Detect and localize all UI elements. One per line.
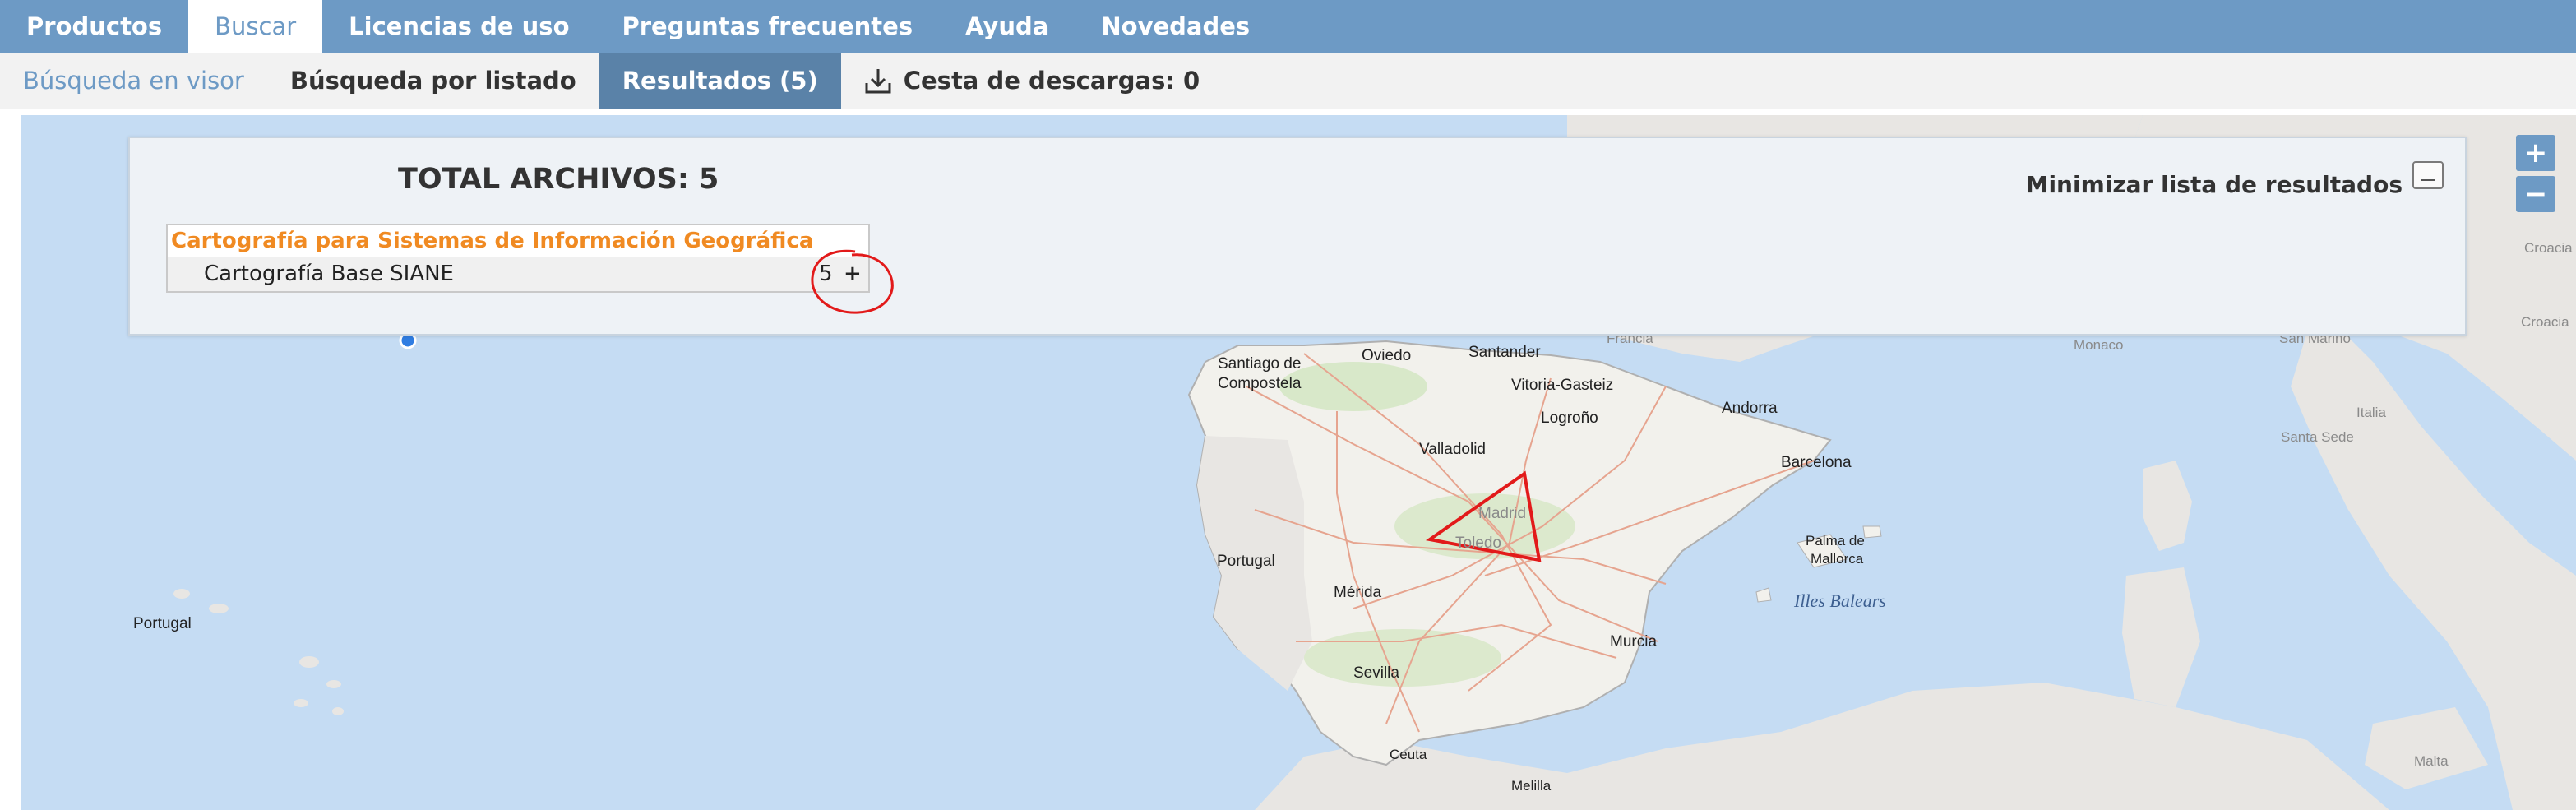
- zoom-in-button[interactable]: +: [2516, 135, 2555, 171]
- island-menorca: [1862, 525, 1882, 539]
- results-panel: TOTAL ARCHIVOS: 5 Minimizar lista de res…: [128, 137, 2467, 336]
- label-logrono: Logroño: [1541, 410, 1598, 427]
- label-vitoria: Vitoria-Gasteiz: [1511, 377, 1614, 394]
- label-madrid: Madrid: [1478, 505, 1527, 522]
- label-illes-balears: Illes Balears: [1794, 590, 1886, 611]
- label-barcelona: Barcelona: [1781, 454, 1852, 471]
- label-italia: Italia: [2356, 405, 2386, 420]
- label-monaco: Monaco: [2074, 337, 2124, 353]
- total-files-heading: TOTAL ARCHIVOS: 5: [398, 163, 719, 196]
- download-cart-button[interactable]: Cesta de descargas: 0: [841, 53, 1223, 109]
- label-palma-2: Mallorca: [1811, 551, 1864, 567]
- sub-nav: Búsqueda en visor Búsqueda por listado R…: [0, 53, 2576, 109]
- label-melilla: Melilla: [1511, 778, 1552, 794]
- label-palma-1: Palma de: [1806, 533, 1865, 548]
- label-santiago-2: Compostela: [1218, 375, 1302, 392]
- nav-novedades[interactable]: Novedades: [1075, 0, 1276, 53]
- label-santa-sede: Santa Sede: [2281, 429, 2354, 445]
- label-ceuta: Ceuta: [1390, 747, 1427, 762]
- nav-licencias[interactable]: Licencias de uso: [322, 0, 595, 53]
- top-nav: Productos Buscar Licencias de uso Pregun…: [0, 0, 2576, 53]
- island-azores: [173, 589, 344, 715]
- label-malta: Malta: [2414, 753, 2449, 769]
- nav-preguntas[interactable]: Preguntas frecuentes: [596, 0, 940, 53]
- label-sevilla: Sevilla: [1353, 664, 1399, 682]
- label-santander: Santander: [1468, 344, 1541, 361]
- nav-productos[interactable]: Productos: [0, 0, 188, 53]
- land-sicily: [2365, 707, 2488, 789]
- tab-busqueda-listado[interactable]: Búsqueda por listado: [267, 53, 599, 109]
- label-andorra: Andorra: [1722, 400, 1778, 417]
- result-row-name: Cartografía Base SIANE: [204, 262, 454, 286]
- label-portugal: Portugal: [1217, 553, 1275, 570]
- label-toledo: Toledo: [1455, 535, 1501, 552]
- land-corsica: [2143, 461, 2192, 551]
- land-sardinia: [2122, 567, 2200, 707]
- annotation-circle: [811, 249, 894, 314]
- label-valladolid: Valladolid: [1419, 441, 1486, 458]
- relief-3: [1304, 629, 1501, 687]
- zoom-out-button[interactable]: −: [2516, 176, 2555, 212]
- results-table: Cartografía para Sistemas de Información…: [166, 224, 870, 293]
- minimize-results-button[interactable]: [2412, 161, 2444, 189]
- result-row[interactable]: Cartografía Base SIANE 5 +: [168, 257, 868, 291]
- label-portugal-atlantic: Portugal: [133, 615, 192, 632]
- tab-resultados[interactable]: Resultados (5): [599, 53, 841, 109]
- minimize-results-label[interactable]: Minimizar lista de resultados: [2026, 171, 2403, 198]
- label-croacia-top: Croacia: [2524, 240, 2573, 256]
- download-cart-label: Cesta de descargas: 0: [903, 67, 1200, 95]
- minimize-icon: [2421, 179, 2435, 181]
- tab-busqueda-visor[interactable]: Búsqueda en visor: [0, 53, 267, 109]
- nav-buscar[interactable]: Buscar: [188, 0, 323, 53]
- nav-ayuda[interactable]: Ayuda: [939, 0, 1075, 53]
- label-oviedo: Oviedo: [1362, 347, 1412, 364]
- label-croacia: Croacia: [2521, 314, 2569, 330]
- category-header: Cartografía para Sistemas de Información…: [168, 225, 868, 257]
- relief-1: [1279, 362, 1427, 411]
- label-merida: Mérida: [1334, 584, 1382, 601]
- label-santiago-1: Santiago de: [1218, 355, 1302, 373]
- island-ibiza: [1755, 587, 1772, 603]
- label-murcia: Murcia: [1610, 633, 1658, 650]
- download-icon: [865, 69, 891, 94]
